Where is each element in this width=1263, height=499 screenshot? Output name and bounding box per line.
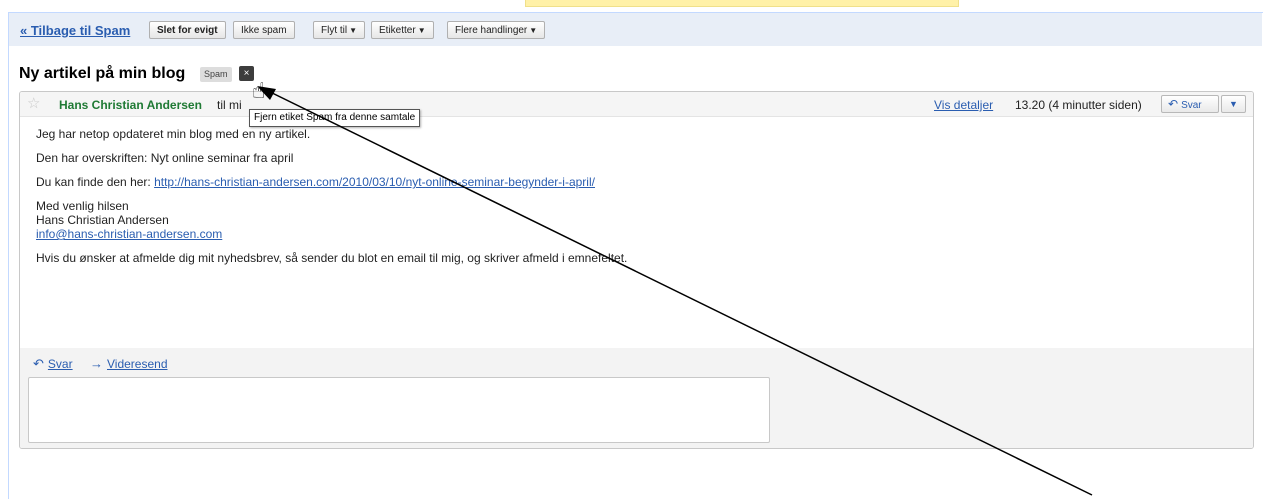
body-line: Du kan finde den her: http://hans-christ… [36,175,1226,189]
move-to-button[interactable]: Flyt til ▼ [313,21,366,39]
reply-arrow-icon: ↶ [1168,97,1179,111]
message-card: ☆ Hans Christian Andersen til mi Vis det… [19,91,1254,449]
reply-button-label: Svar [1181,100,1202,111]
chevron-down-icon: ▼ [529,26,538,35]
forward-link[interactable]: Videresend [107,357,168,371]
chevron-down-icon: ▼ [349,26,358,35]
recipient-text: til mi [217,98,242,112]
hand-cursor-icon: ☝ [252,78,266,103]
reply-button[interactable]: ↶ Svar [1161,95,1219,113]
spam-label-badge[interactable]: Spam [200,67,232,82]
forward-arrow-icon: → [90,356,103,371]
labels-label: Etiketter [379,25,416,36]
thread-subject: Ny artikel på min blog [19,65,186,82]
signature-name: Hans Christian Andersen [36,213,169,227]
signature-greeting: Med venlig hilsen [36,199,129,213]
chevron-down-icon: ▼ [417,26,426,35]
message-header[interactable]: ☆ Hans Christian Andersen til mi Vis det… [20,92,1253,117]
blog-article-link[interactable]: http://hans-christian-andersen.com/2010/… [154,175,595,189]
unsubscribe-text: Hvis du ønsker at afmelde dig mit nyheds… [36,251,628,265]
remove-label-tooltip: Fjern etiket Spam fra denne samtale [249,109,421,127]
more-actions-button[interactable]: Flere handlinger ▼ [447,21,546,39]
delete-forever-button[interactable]: Slet for evigt [149,21,226,39]
show-details-link[interactable]: Vis detaljer [934,98,993,112]
reply-arrow-icon: ↶ [33,356,44,371]
reply-textbox[interactable] [28,377,770,443]
reply-footer: ↶ Svar → Videresend [20,348,1253,448]
message-menu-button[interactable]: ▼ [1221,95,1246,113]
reply-link[interactable]: Svar [48,357,73,371]
chevron-down-icon: ▼ [1229,99,1238,109]
footer-forward[interactable]: → Videresend [90,356,168,371]
footer-reply[interactable]: ↶ Svar [33,356,73,372]
body-link-prefix: Du kan finde den her: [36,175,155,189]
sender-name[interactable]: Hans Christian Andersen [59,98,202,112]
signature-email-link[interactable]: info@hans-christian-andersen.com [36,227,222,241]
labels-button[interactable]: Etiketter ▼ [371,21,434,39]
body-line: Jeg har netop opdateret min blog med en … [36,127,311,141]
message-timestamp: 13.20 (4 minutter siden) [1015,98,1142,112]
toolbar: « Tilbage til Spam Slet for evigt Ikke s… [9,13,1262,46]
more-actions-label: Flere handlinger [455,25,528,36]
signature: Med venlig hilsen Hans Christian Anderse… [36,199,1226,241]
star-icon[interactable]: ☆ [27,94,40,112]
move-to-label: Flyt til [321,25,348,36]
body-line: Den har overskriften: Nyt online seminar… [36,151,294,165]
message-body: Jeg har netop opdateret min blog med en … [36,127,1226,275]
not-spam-button[interactable]: Ikke spam [233,21,295,39]
back-to-spam-link[interactable]: « Tilbage til Spam [20,23,130,38]
notification-strip [525,0,959,7]
